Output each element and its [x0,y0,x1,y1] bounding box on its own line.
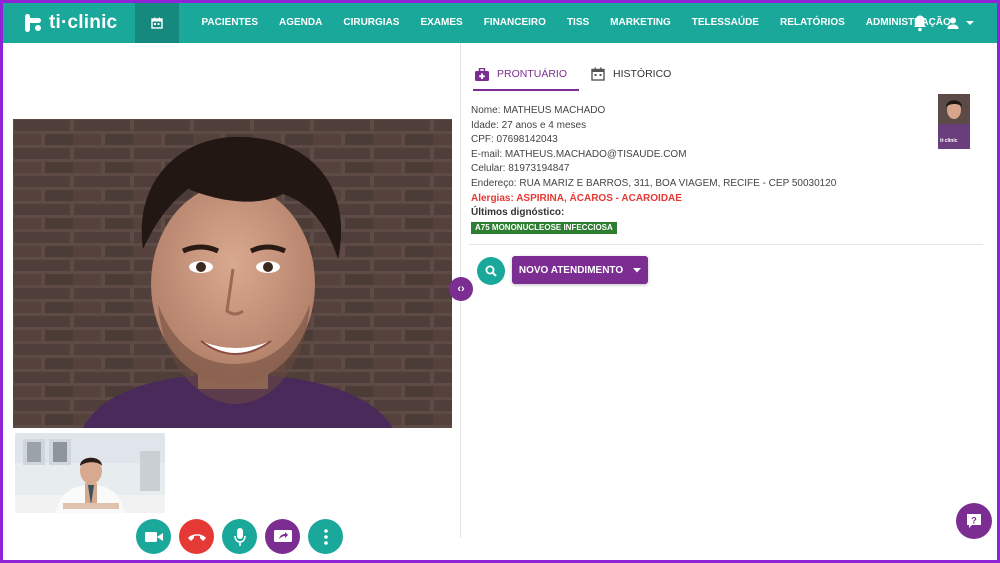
patient-cpf: CPF: 07698142043 [471,134,558,146]
more-icon [323,528,328,545]
tab-prontuario[interactable]: PRONTUÁRIO [473,59,580,91]
mic-icon [233,527,246,546]
hangup-icon [187,533,206,541]
chevron-down-icon [966,21,974,25]
call-controls [136,519,343,555]
chevron-down-icon [633,267,642,272]
patient-name: Nome: MATHEUS MACHADO [471,105,606,116]
app-frame: ti·clinic PACIENTES AGENDA CIRURGIAS EXA… [0,0,1000,563]
patient-address: Endereço: RUA MARIZ E BARROS, 311, BOA V… [471,177,837,189]
last-diagnosis-label: Últimos dignóstico: [471,207,565,219]
more-options-button[interactable] [308,519,343,554]
bell-icon[interactable] [912,14,928,32]
tab-historico-label: HISTÓRICO [613,68,672,80]
expand-icon: ‹› [457,283,465,295]
patient-email: E-mail: MATHEUS.MACHADO@TISAUDE.COM [471,148,687,160]
user-icon [947,17,959,29]
svg-text:?: ? [971,516,977,526]
history-calendar-icon [591,67,605,81]
novo-atendimento-label: NOVO ATENDIMENTO [518,264,624,276]
main-nav: PACIENTES AGENDA CIRURGIAS EXAMES FINANC… [191,3,961,43]
logo-text: ti·clinic [49,12,118,33]
patient-photo-caption: ti·clinic [940,138,958,144]
nav-relatorios[interactable]: RELATÓRIOS [769,3,855,43]
novo-atendimento-button[interactable]: NOVO ATENDIMENTO [512,256,648,284]
nav-tiss[interactable]: TISS [556,3,599,43]
help-button[interactable]: ? [956,503,992,539]
tab-historico[interactable]: HISTÓRICO [591,59,683,89]
patient-photo: ti·clinic [938,94,970,149]
tab-prontuario-label: PRONTUÁRIO [497,68,568,80]
video-toggle-button[interactable] [136,519,171,554]
nav-marketing[interactable]: MARKETING [600,3,682,43]
hangup-button[interactable] [179,519,214,554]
mic-toggle-button[interactable] [222,519,257,554]
nav-telessaude[interactable]: TELESSAÚDE [681,3,769,43]
top-navbar: ti·clinic PACIENTES AGENDA CIRURGIAS EXA… [3,3,997,43]
patient-age: Idade: 27 anos e 4 meses [471,119,587,131]
doctor-video-image [15,433,165,513]
diagnosis-badge: A75 MONONUCLEOSE INFECCIOSA [471,221,617,234]
patient-allergies: Alergias: ASPIRINA, ÁCAROS - ACAROIDAE [471,192,682,204]
nav-agenda[interactable]: AGENDA [269,3,333,43]
remote-video [13,119,452,428]
patient-info: Nome: MATHEUS MACHADO Idade: 27 anos e 4… [471,104,836,235]
nav-financeiro[interactable]: FINANCEIRO [473,3,556,43]
share-screen-icon [273,529,292,542]
video-icon [144,531,163,542]
local-video [15,433,165,513]
patient-phone: Celular: 81973194847 [471,163,570,175]
help-icon: ? [967,514,981,528]
search-icon [485,265,497,277]
search-button[interactable] [477,257,505,285]
calendar-icon [151,17,163,29]
share-screen-button[interactable] [265,519,300,554]
patient-video-image [13,119,452,428]
section-separator [469,244,983,245]
nav-exames[interactable]: EXAMES [410,3,473,43]
nav-pacientes[interactable]: PACIENTES [191,3,269,43]
record-tabs: PRONTUÁRIO HISTÓRICO [473,59,683,91]
logo-icon [25,14,41,32]
logo[interactable]: ti·clinic [23,11,117,35]
medical-bag-icon [475,67,489,81]
calendar-tab[interactable] [135,3,179,43]
user-menu[interactable] [946,14,978,32]
expand-toggle-button[interactable]: ‹› [449,277,473,301]
nav-cirurgias[interactable]: CIRURGIAS [333,3,410,43]
